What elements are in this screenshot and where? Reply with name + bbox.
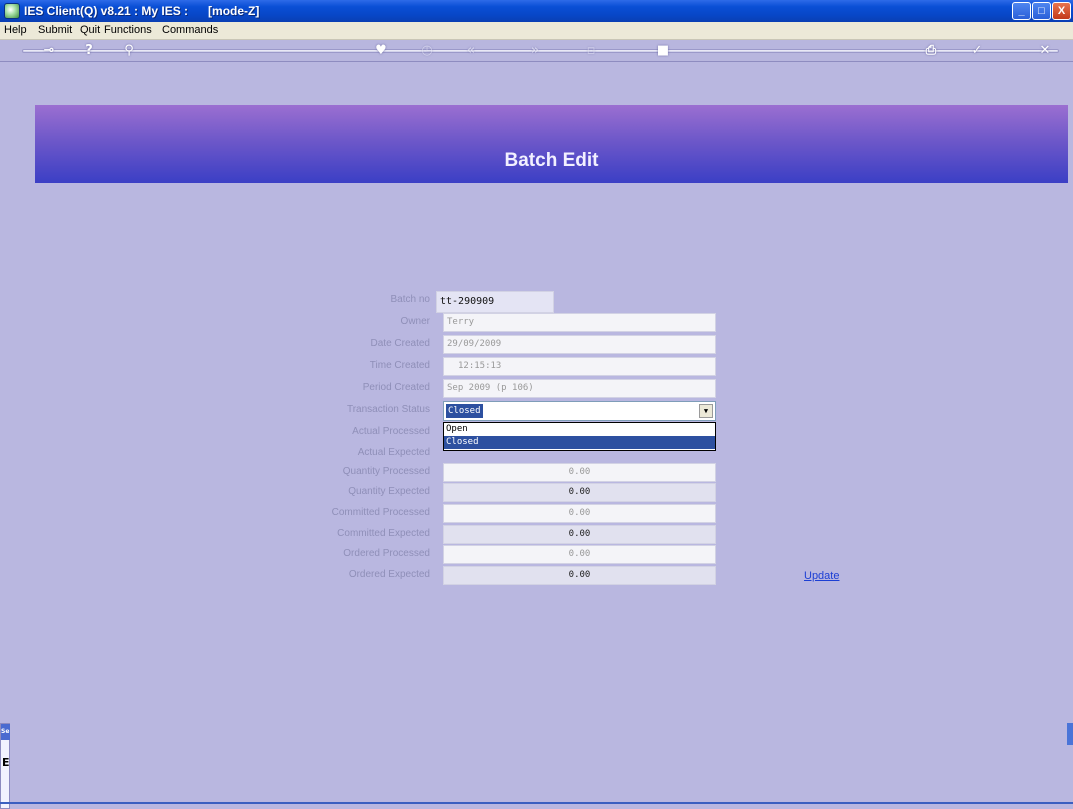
- period-created-label: Period Created: [362, 382, 430, 393]
- ordered-processed-field: 0.00: [443, 545, 716, 564]
- batch-no-field[interactable]: tt-290909: [436, 291, 554, 313]
- menu-functions[interactable]: Functions: [104, 24, 152, 36]
- ok-icon[interactable]: ✓: [968, 42, 986, 60]
- page-icon[interactable]: ▫: [582, 42, 600, 60]
- quantity-processed-field: 0.00: [443, 463, 716, 482]
- help-icon[interactable]: ?: [80, 42, 98, 60]
- transaction-status-label: Transaction Status: [346, 404, 430, 415]
- clock-icon[interactable]: ◷: [418, 42, 436, 60]
- search-icon[interactable]: ⚲: [120, 42, 138, 60]
- bottom-divider: [0, 802, 1073, 804]
- menu-quit[interactable]: Quit: [80, 24, 100, 36]
- ordered-expected-field[interactable]: 0.00: [443, 566, 716, 585]
- heart-icon[interactable]: ♥: [372, 42, 390, 60]
- quantity-processed-label: Quantity Processed: [342, 466, 430, 477]
- owner-field: Terry: [443, 313, 716, 332]
- minimize-button[interactable]: _: [1012, 2, 1031, 20]
- menu-submit[interactable]: Submit: [38, 24, 72, 36]
- menu-bar: Help Submit Quit Functions Commands: [0, 22, 1073, 40]
- forward-icon[interactable]: »: [526, 42, 544, 60]
- page-title: Batch Edit: [504, 150, 599, 171]
- option-closed[interactable]: Closed: [444, 436, 715, 449]
- ordered-processed-label: Ordered Processed: [343, 548, 430, 559]
- menu-commands[interactable]: Commands: [162, 24, 218, 36]
- ordered-expected-label: Ordered Expected: [348, 569, 430, 580]
- side-tab-header: Se: [1, 724, 10, 740]
- committed-expected-label: Committed Expected: [337, 528, 430, 539]
- toolbar: ⊸ ? ⚲ ♥ ◷ « » ▫ ■ ⎙ ✓ ✕: [0, 40, 1073, 62]
- side-tab-char: E: [2, 756, 10, 769]
- side-tab[interactable]: Se E: [0, 723, 10, 809]
- option-open[interactable]: Open: [444, 423, 715, 436]
- transaction-status-dropdown: Open Closed: [443, 422, 716, 451]
- period-created-field: Sep 2009 (p 106): [443, 379, 716, 398]
- transaction-status-value: Closed: [446, 404, 483, 418]
- committed-expected-field[interactable]: 0.00: [443, 525, 716, 544]
- maximize-button[interactable]: □: [1032, 2, 1051, 20]
- actual-processed-label: Actual Processed: [352, 426, 430, 437]
- time-created-label: Time Created: [369, 360, 430, 371]
- stop-icon[interactable]: ■: [654, 42, 672, 60]
- app-icon: [4, 3, 20, 19]
- close-icon[interactable]: ✕: [1036, 42, 1054, 60]
- quantity-expected-label: Quantity Expected: [348, 486, 430, 497]
- back-icon[interactable]: «: [462, 42, 480, 60]
- update-link[interactable]: Update: [804, 570, 839, 582]
- committed-processed-label: Committed Processed: [331, 507, 430, 518]
- menu-help[interactable]: Help: [4, 24, 27, 36]
- close-window-button[interactable]: X: [1052, 2, 1071, 20]
- key-icon[interactable]: ⊸: [36, 42, 62, 60]
- actual-expected-label: Actual Expected: [357, 447, 430, 458]
- right-side-tab[interactable]: [1067, 723, 1073, 745]
- batch-no-label: Batch no: [390, 294, 430, 305]
- quantity-expected-field[interactable]: 0.00: [443, 483, 716, 502]
- committed-processed-field: 0.00: [443, 504, 716, 523]
- app-window: IES Client(Q) v8.21 : My IES : [mode-Z] …: [0, 0, 1073, 809]
- title-bar: IES Client(Q) v8.21 : My IES : [mode-Z] …: [0, 0, 1073, 22]
- time-created-field: 12:15:13: [443, 357, 716, 376]
- print-icon[interactable]: ⎙: [922, 42, 940, 60]
- window-title: IES Client(Q) v8.21 : My IES : [mode-Z]: [24, 4, 260, 18]
- page-header: Batch Edit: [35, 105, 1068, 183]
- date-created-label: Date Created: [370, 338, 430, 349]
- date-created-field: 29/09/2009: [443, 335, 716, 354]
- content-area: Batch Edit Batch no Owner Date Created T…: [0, 62, 1073, 809]
- owner-label: Owner: [400, 316, 430, 327]
- transaction-status-select[interactable]: Closed ▼: [443, 401, 716, 421]
- chevron-down-icon[interactable]: ▼: [699, 404, 713, 418]
